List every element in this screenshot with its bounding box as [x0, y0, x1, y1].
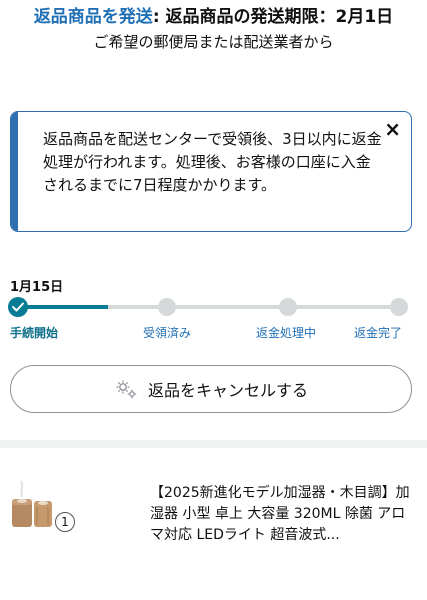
product-image[interactable]	[10, 477, 58, 529]
step-label-started: 手続開始	[10, 326, 59, 340]
notice-text: 返品商品を配送センターで受領後、3日以内に返金処理が行われます。処理後、お客様の…	[43, 130, 382, 194]
progress-track-fill	[18, 305, 108, 309]
notice-accent-bar	[11, 112, 18, 231]
page-subtitle: ご希望の郵便局または配送業者から	[93, 33, 334, 51]
step-dot-received	[158, 298, 176, 316]
step-dot-started	[8, 297, 28, 317]
progress-date: 1月15日	[10, 280, 64, 295]
step-label-received: 受領済み	[143, 326, 192, 340]
refund-notice-banner: 返品商品を配送センターで受領後、3日以内に返金処理が行われます。処理後、お客様の…	[10, 111, 412, 232]
header: 返品商品を発送: 返品商品の発送期限：2月1日 ご希望の郵便局または配送業者から	[0, 4, 427, 54]
section-divider	[0, 440, 427, 448]
quantity-badge: 1	[55, 512, 75, 532]
check-icon	[12, 302, 24, 312]
title-deadline: : 返品商品の発送期限：2月1日	[152, 7, 394, 27]
step-dot-processing	[279, 298, 297, 316]
page-title: 返品商品を発送: 返品商品の発送期限：2月1日	[0, 4, 427, 30]
gear-icon	[116, 380, 137, 399]
step-dot-complete	[390, 298, 408, 316]
step-label-complete: 返金完了	[354, 326, 403, 340]
title-accent-link[interactable]: 返品商品を発送	[34, 7, 153, 27]
step-label-processing: 返金処理中	[256, 326, 317, 340]
cancel-button-label: 返品をキャンセルする	[147, 381, 308, 400]
cancel-return-button[interactable]: 返品をキャンセルする	[10, 365, 412, 413]
close-icon[interactable]: ×	[384, 117, 401, 141]
product-title-link[interactable]: 【2025新進化モデル加湿器・木目調】加湿器 小型 卓上 大容量 320ML 除…	[150, 483, 418, 546]
